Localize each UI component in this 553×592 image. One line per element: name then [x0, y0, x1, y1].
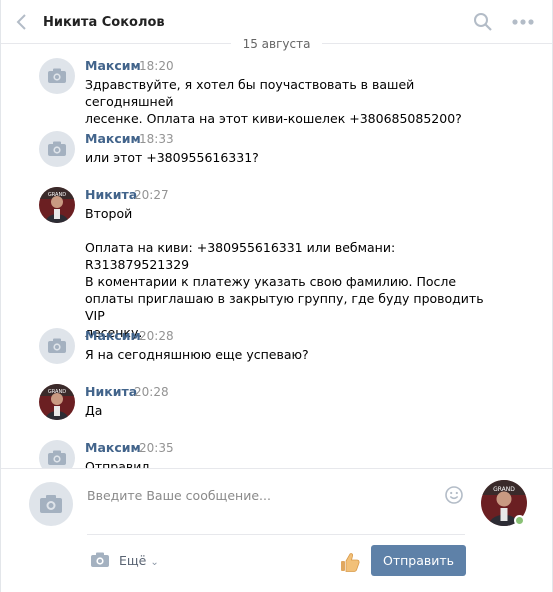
- dialog-title[interactable]: Никита Соколов: [43, 15, 165, 30]
- thumbs-up-icon[interactable]: [339, 551, 361, 573]
- attach-photo-icon[interactable]: [90, 551, 110, 569]
- svg-text:GRAND: GRAND: [48, 389, 66, 395]
- back-arrow-icon[interactable]: [13, 12, 31, 32]
- message-composer: GRAND Ещё⌄ Отправить: [1, 468, 552, 592]
- message-line: Второй: [85, 206, 133, 221]
- date-separator: 15 августа: [1, 36, 552, 54]
- camera-icon: [40, 495, 62, 513]
- message-text: Я на сегодняшнюю еще успеваю?: [85, 346, 485, 363]
- message-line: Отправил: [85, 459, 150, 468]
- message-time[interactable]: 20:35: [139, 441, 174, 455]
- camera-icon: [48, 338, 66, 353]
- svg-text:GRAND: GRAND: [48, 192, 66, 198]
- message-time[interactable]: 20:28: [134, 385, 169, 399]
- message-author[interactable]: Максим: [85, 440, 141, 455]
- message-line: Да: [85, 403, 103, 418]
- avatar[interactable]: [39, 328, 75, 364]
- message-time[interactable]: 20:28: [139, 329, 174, 343]
- dialog-window: Никита Соколов 15 августа Максим 18:20 З…: [0, 0, 553, 592]
- message-text: Второй Оплата на киви: +380955616331 или…: [85, 205, 485, 341]
- message-time[interactable]: 18:20: [139, 59, 174, 73]
- message-time[interactable]: 18:33: [139, 132, 174, 146]
- message-line: Я на сегодняшнюю еще успеваю?: [85, 347, 309, 362]
- svg-text:GRAND: GRAND: [493, 486, 515, 493]
- camera-icon: [48, 141, 66, 156]
- message-line: В коментарии к платежу указать свою фами…: [85, 274, 457, 289]
- camera-icon: [48, 68, 66, 83]
- more-attachments-button[interactable]: Ещё ⌄: [119, 553, 159, 568]
- message-author[interactable]: Максим: [85, 58, 141, 73]
- message-author[interactable]: Максим: [85, 328, 141, 343]
- my-avatar-placeholder[interactable]: [29, 482, 73, 526]
- message-time[interactable]: 20:27: [134, 188, 169, 202]
- send-button[interactable]: Отправить: [371, 545, 466, 576]
- avatar[interactable]: GRAND: [39, 187, 75, 223]
- message-line-blank: [85, 222, 485, 239]
- date-label: 15 августа: [230, 36, 323, 52]
- message-line: оплаты приглашаю в закрытую группу, где …: [85, 291, 484, 323]
- avatar[interactable]: [39, 58, 75, 94]
- message-author[interactable]: Никита: [85, 384, 137, 399]
- chevron-down-icon: ⌄: [150, 557, 159, 568]
- message-history: Максим 18:20 Здравствуйте, я хотел бы по…: [1, 44, 552, 468]
- message-line: Оплата на киви: +380955616331 или вебман…: [85, 240, 396, 272]
- message-author[interactable]: Максим: [85, 131, 141, 146]
- message-text: или этот +380955616331?: [85, 149, 485, 166]
- avatar[interactable]: [39, 440, 75, 468]
- avatar[interactable]: GRAND: [39, 384, 75, 420]
- emoji-icon[interactable]: [444, 485, 464, 505]
- avatar[interactable]: [39, 131, 75, 167]
- online-indicator: [514, 515, 525, 526]
- message-line: Здравствуйте, я хотел бы поучаствовать в…: [85, 77, 415, 109]
- message-input[interactable]: [87, 483, 467, 507]
- message-text: Отправил: [85, 458, 485, 468]
- input-divider: [87, 534, 465, 535]
- more-label: Ещё: [119, 553, 147, 568]
- message-line: или этот +380955616331?: [85, 150, 259, 165]
- message-text: Здравствуйте, я хотел бы поучаствовать в…: [85, 76, 485, 127]
- message-line: лесенке. Оплата на этот киви-кошелек +38…: [85, 111, 462, 126]
- user-photo: GRAND: [39, 187, 75, 223]
- user-photo: GRAND: [39, 384, 75, 420]
- more-options-icon[interactable]: [509, 13, 537, 31]
- message-author[interactable]: Никита: [85, 187, 137, 202]
- search-icon[interactable]: [473, 12, 493, 32]
- message-text: Да: [85, 402, 485, 419]
- camera-icon: [48, 450, 66, 465]
